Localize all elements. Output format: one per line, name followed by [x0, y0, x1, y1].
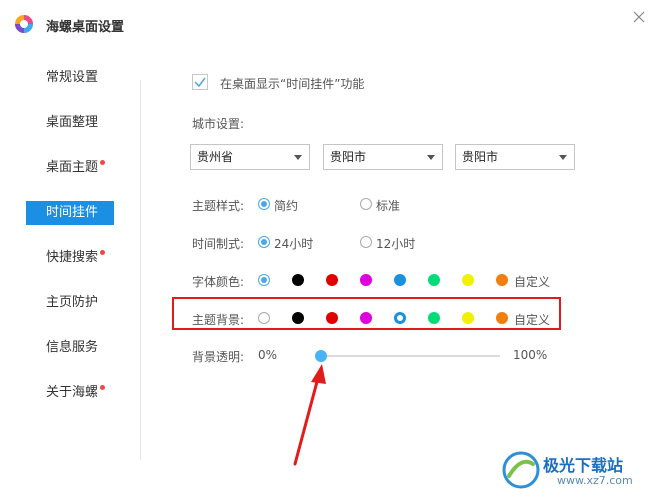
- dropdown-arrow-icon: [427, 155, 435, 160]
- province-select[interactable]: 贵州省: [190, 144, 310, 170]
- close-icon[interactable]: [632, 10, 646, 24]
- time-format-12h-label: 12小时: [376, 237, 416, 251]
- app-logo-icon: [15, 15, 33, 33]
- city-value: 贵阳市: [330, 150, 367, 164]
- theme-bg-swatch[interactable]: [292, 312, 304, 324]
- theme-bg-swatch[interactable]: [326, 312, 338, 324]
- bg-transparency-label: 背景透明:: [192, 350, 245, 364]
- font-color-swatch[interactable]: [496, 274, 508, 286]
- theme-bg-swatch[interactable]: [258, 312, 270, 324]
- sidebar-item-time-widget[interactable]: 时间挂件: [26, 201, 114, 225]
- watermark-logo: 极光下载站 www.xz7.com: [497, 444, 657, 496]
- sidebar-item-quick-search[interactable]: 快捷搜索: [26, 246, 114, 270]
- font-color-swatch[interactable]: [462, 274, 474, 286]
- theme-style-simple-radio[interactable]: [258, 198, 270, 210]
- sidebar-item-label: 桌面主题: [46, 160, 99, 175]
- dropdown-arrow-icon: [559, 155, 567, 160]
- theme-bg-swatch[interactable]: [496, 312, 508, 324]
- theme-style-label: 主题样式:: [192, 199, 245, 213]
- theme-style-standard-radio[interactable]: [360, 198, 372, 210]
- sidebar-item-label: 信息服务: [46, 340, 99, 355]
- notification-dot: [100, 160, 105, 165]
- sidebar-item-homepage-protect[interactable]: 主页防护: [26, 291, 114, 315]
- sidebar-item-label: 关于海螺: [46, 385, 99, 400]
- sidebar-item-desktop-organize[interactable]: 桌面整理: [26, 111, 114, 135]
- slider-min-label: 0%: [258, 348, 278, 362]
- time-format-12h-radio[interactable]: [360, 236, 372, 248]
- sidebar-item-desktop-theme[interactable]: 桌面主题: [26, 156, 114, 180]
- sidebar-item-info-service[interactable]: 信息服务: [26, 336, 114, 360]
- font-color-swatch[interactable]: [360, 274, 372, 286]
- time-format-24h-radio[interactable]: [258, 236, 270, 248]
- sidebar-item-label: 桌面整理: [46, 115, 99, 130]
- font-color-swatch[interactable]: [326, 274, 338, 286]
- dropdown-arrow-icon: [294, 155, 302, 160]
- time-format-label: 时间制式:: [192, 237, 245, 251]
- watermark-text: 极光下载站: [543, 456, 624, 475]
- theme-bg-swatch[interactable]: [428, 312, 440, 324]
- sidebar-divider: [140, 80, 141, 460]
- title-bar: 海螺桌面设置: [0, 0, 660, 48]
- transparency-slider-track[interactable]: [318, 355, 500, 357]
- district-value: 贵阳市: [462, 150, 499, 164]
- slider-max-label: 100%: [513, 348, 548, 362]
- show-widget-checkbox[interactable]: [192, 74, 208, 90]
- font-color-swatch[interactable]: [394, 274, 406, 286]
- city-select[interactable]: 贵阳市: [323, 144, 443, 170]
- notification-dot: [100, 385, 105, 390]
- time-format-24h-label: 24小时: [274, 237, 314, 251]
- app-title: 海螺桌面设置: [46, 20, 125, 35]
- city-label: 城市设置:: [192, 117, 245, 131]
- watermark-url: www.xz7.com: [557, 474, 633, 487]
- show-widget-label: 在桌面显示“时间挂件”功能: [220, 77, 365, 91]
- font-color-custom-label[interactable]: 自定义: [514, 273, 550, 290]
- sidebar-item-label: 主页防护: [46, 295, 99, 310]
- font-color-label: 字体颜色:: [192, 275, 245, 289]
- sidebar-item-label: 快捷搜索: [46, 250, 99, 265]
- theme-style-simple-label: 简约: [274, 199, 299, 213]
- font-color-swatch[interactable]: [428, 274, 440, 286]
- theme-style-standard-label: 标准: [376, 199, 401, 213]
- theme-bg-swatch[interactable]: [360, 312, 372, 324]
- district-select[interactable]: 贵阳市: [455, 144, 575, 170]
- province-value: 贵州省: [197, 150, 234, 164]
- check-icon: [194, 77, 206, 88]
- sidebar-item-label: 时间挂件: [46, 205, 99, 220]
- font-color-swatch[interactable]: [258, 274, 270, 286]
- font-color-swatch[interactable]: [292, 274, 304, 286]
- annotation-arrow-icon: [293, 364, 326, 466]
- theme-bg-label: 主题背景:: [192, 313, 245, 327]
- theme-bg-swatch[interactable]: [462, 312, 474, 324]
- theme-bg-swatch[interactable]: [394, 312, 406, 324]
- sidebar-item-about[interactable]: 关于海螺: [26, 381, 114, 405]
- watermark-logo-icon: [502, 451, 540, 489]
- sidebar-item-general[interactable]: 常规设置: [26, 66, 114, 90]
- notification-dot: [100, 250, 105, 255]
- sidebar-item-label: 常规设置: [46, 70, 99, 85]
- theme-bg-custom-label[interactable]: 自定义: [514, 311, 550, 328]
